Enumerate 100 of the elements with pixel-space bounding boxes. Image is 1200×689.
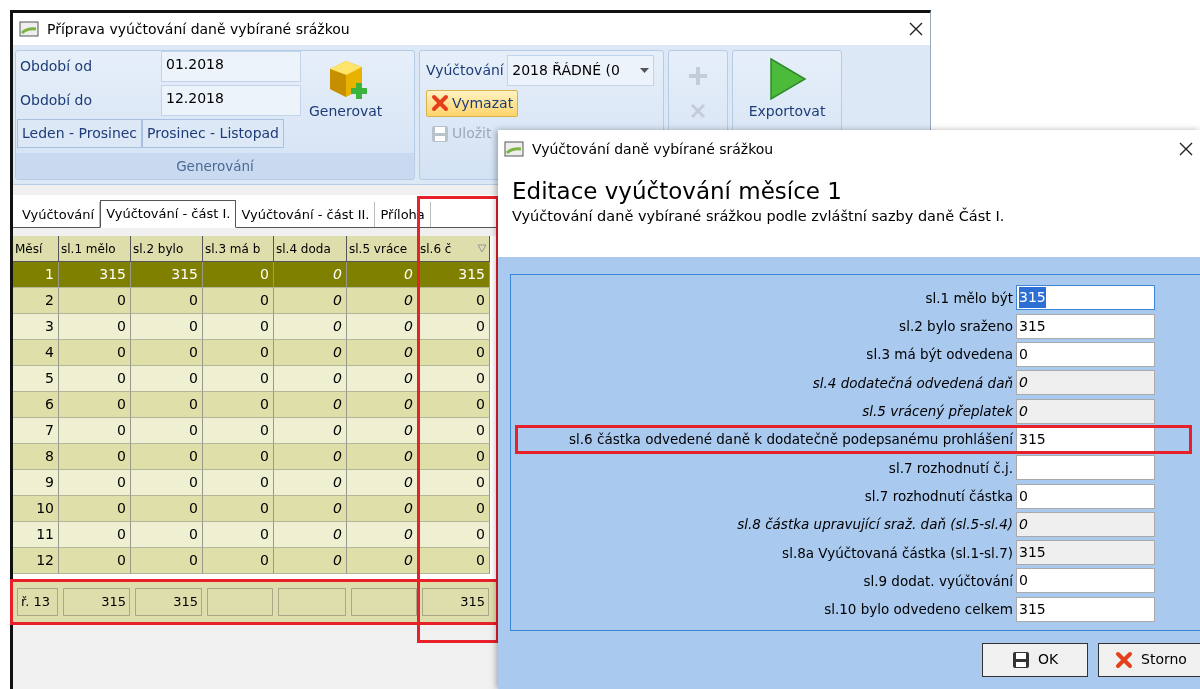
table-cell[interactable]: 0: [274, 340, 347, 366]
cancel-button[interactable]: Storno: [1098, 642, 1200, 677]
tab[interactable]: Vyúčtování - část II.: [236, 201, 376, 227]
table-cell[interactable]: 9: [13, 470, 59, 496]
table-cell[interactable]: 0: [274, 366, 347, 392]
table-cell[interactable]: 0: [59, 314, 131, 340]
table-cell[interactable]: 0: [59, 392, 131, 418]
table-cell[interactable]: 0: [274, 444, 347, 470]
table-cell[interactable]: 0: [203, 418, 274, 444]
table-cell[interactable]: 0: [59, 418, 131, 444]
table-cell[interactable]: 0: [131, 470, 203, 496]
table-cell[interactable]: 2: [13, 288, 59, 314]
table-cell[interactable]: 0: [203, 444, 274, 470]
input-field[interactable]: 315: [1016, 313, 1155, 339]
table-cell[interactable]: 4: [13, 340, 59, 366]
table-cell[interactable]: 0: [347, 314, 418, 340]
input-field[interactable]: 315: [1016, 596, 1155, 622]
table-cell[interactable]: 0: [418, 522, 490, 548]
column-header[interactable]: sl.4 doda: [274, 236, 347, 262]
table-cell[interactable]: 315: [59, 262, 131, 288]
table-cell[interactable]: 0: [274, 314, 347, 340]
delete-button[interactable]: Vymazat: [426, 89, 519, 117]
table-cell[interactable]: 3: [13, 314, 59, 340]
input-field[interactable]: 0: [1016, 342, 1155, 368]
table-cell[interactable]: 0: [59, 522, 131, 548]
table-cell[interactable]: 0: [418, 496, 490, 522]
input-field[interactable]: 315: [1016, 285, 1155, 311]
table-cell[interactable]: 0: [347, 418, 418, 444]
table-cell[interactable]: 0: [347, 340, 418, 366]
table-cell[interactable]: 1: [13, 262, 59, 288]
table-cell[interactable]: 0: [418, 444, 490, 470]
table-cell[interactable]: 0: [274, 418, 347, 444]
table-cell[interactable]: 0: [274, 548, 347, 574]
table-cell[interactable]: 0: [203, 288, 274, 314]
table-cell[interactable]: 0: [59, 548, 131, 574]
table-cell[interactable]: 0: [131, 522, 203, 548]
table-cell[interactable]: 0: [347, 522, 418, 548]
table-cell[interactable]: 0: [131, 548, 203, 574]
input-field[interactable]: 315: [1016, 426, 1155, 452]
table-cell[interactable]: 0: [274, 522, 347, 548]
date-field[interactable]: 12.2018: [161, 85, 301, 116]
table-cell[interactable]: 0: [418, 470, 490, 496]
table-cell[interactable]: 0: [59, 444, 131, 470]
table-cell[interactable]: 0: [131, 496, 203, 522]
table-cell[interactable]: 0: [347, 366, 418, 392]
input-field[interactable]: 0: [1016, 568, 1155, 594]
table-cell[interactable]: 0: [59, 470, 131, 496]
input-field[interactable]: 0: [1016, 483, 1155, 509]
column-header[interactable]: Měsí: [13, 236, 59, 262]
table-cell[interactable]: 0: [418, 314, 490, 340]
table-cell[interactable]: 12: [13, 548, 59, 574]
table-cell[interactable]: 0: [347, 288, 418, 314]
table-cell[interactable]: 0: [347, 548, 418, 574]
table-cell[interactable]: 6: [13, 392, 59, 418]
table-cell[interactable]: 0: [274, 496, 347, 522]
table-cell[interactable]: 0: [418, 548, 490, 574]
table-cell[interactable]: 0: [203, 366, 274, 392]
table-cell[interactable]: 8: [13, 444, 59, 470]
close-icon[interactable]: [908, 21, 924, 37]
table-cell[interactable]: 0: [418, 366, 490, 392]
table-cell[interactable]: 0: [347, 444, 418, 470]
table-cell[interactable]: 0: [131, 444, 203, 470]
table-cell[interactable]: 315: [131, 262, 203, 288]
table-cell[interactable]: 5: [13, 366, 59, 392]
table-cell[interactable]: 0: [59, 288, 131, 314]
table-cell[interactable]: 0: [347, 470, 418, 496]
range-button[interactable]: Prosinec - Listopad: [142, 119, 284, 148]
table-cell[interactable]: 0: [418, 418, 490, 444]
column-header[interactable]: sl.2 bylo: [131, 236, 203, 262]
table-cell[interactable]: 0: [59, 366, 131, 392]
table-cell[interactable]: 0: [131, 340, 203, 366]
table-cell[interactable]: 0: [347, 262, 418, 288]
table-cell[interactable]: 0: [203, 340, 274, 366]
table-cell[interactable]: 0: [59, 340, 131, 366]
statement-dropdown[interactable]: 2018 ŘÁDNÉ (0: [507, 55, 655, 86]
table-cell[interactable]: 0: [203, 496, 274, 522]
table-cell[interactable]: 0: [203, 470, 274, 496]
input-field[interactable]: [1016, 455, 1155, 481]
table-cell[interactable]: 10: [13, 496, 59, 522]
table-cell[interactable]: 0: [203, 522, 274, 548]
table-cell[interactable]: 0: [131, 314, 203, 340]
table-cell[interactable]: 0: [131, 366, 203, 392]
table-cell[interactable]: 0: [131, 418, 203, 444]
table-cell[interactable]: 315: [418, 262, 490, 288]
column-header[interactable]: sl.1 mělo: [59, 236, 131, 262]
input-field[interactable]: 0: [1016, 398, 1155, 424]
table-cell[interactable]: 0: [274, 262, 347, 288]
input-field[interactable]: 0: [1016, 511, 1155, 537]
table-cell[interactable]: 0: [347, 392, 418, 418]
table-cell[interactable]: 0: [418, 392, 490, 418]
range-button[interactable]: Leden - Prosinec: [17, 119, 143, 148]
table-cell[interactable]: 7: [13, 418, 59, 444]
table-cell[interactable]: 0: [203, 392, 274, 418]
table-cell[interactable]: 0: [274, 470, 347, 496]
table-cell[interactable]: 0: [418, 340, 490, 366]
table-cell[interactable]: 0: [203, 314, 274, 340]
table-cell[interactable]: 11: [13, 522, 59, 548]
table-cell[interactable]: 0: [203, 262, 274, 288]
table-cell[interactable]: 0: [274, 288, 347, 314]
table-cell[interactable]: 0: [59, 496, 131, 522]
